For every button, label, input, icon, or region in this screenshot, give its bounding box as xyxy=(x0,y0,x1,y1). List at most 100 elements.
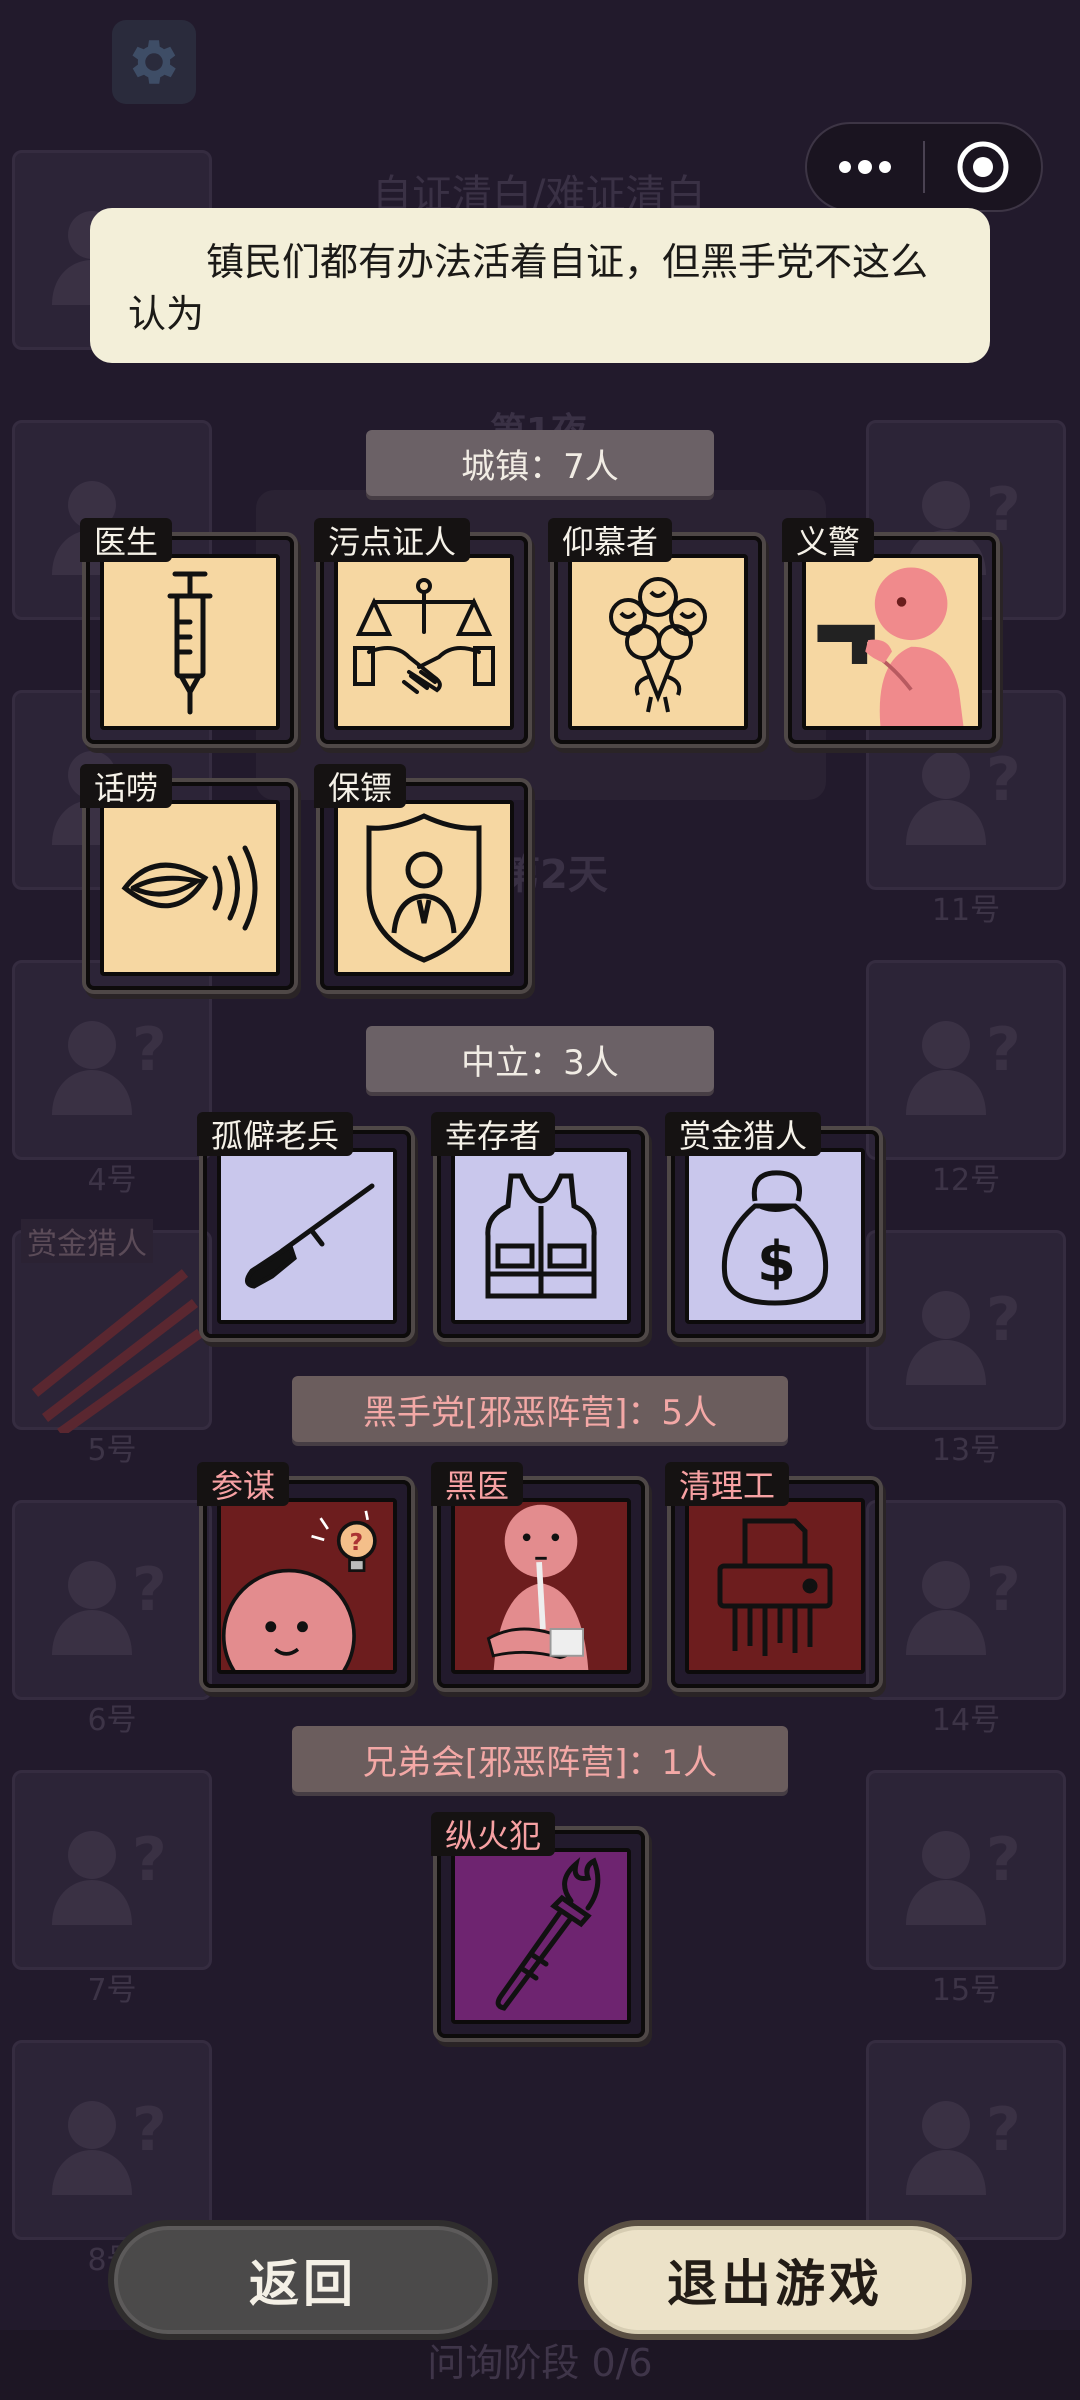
role-card-doctor[interactable]: 医生 xyxy=(80,518,294,744)
player-number: 4号 xyxy=(87,1163,137,1198)
role-name: 赏金猎人 xyxy=(665,1112,822,1156)
role-card-arsonist[interactable]: 纵火犯 xyxy=(431,1812,645,2038)
role-name: 保镖 xyxy=(314,764,407,808)
player-slot-8[interactable]: ? 8号 xyxy=(12,2040,212,2278)
close-mini-program-button[interactable] xyxy=(925,124,1041,210)
role-name: 污点证人 xyxy=(314,518,471,562)
role-name: 义警 xyxy=(782,518,875,562)
svg-text:?: ? xyxy=(986,1555,1021,1625)
player-number: 13号 xyxy=(931,1433,1001,1468)
role-art xyxy=(568,554,748,730)
role-art xyxy=(451,1848,631,2024)
role-card-vigilante[interactable]: 义警 xyxy=(782,518,996,744)
unknown-player-icon: ? xyxy=(52,1555,167,1655)
svg-text:?: ? xyxy=(350,1528,364,1556)
role-art xyxy=(802,554,982,730)
syringe-icon xyxy=(167,571,213,715)
settings-button[interactable] xyxy=(112,20,196,104)
player-number: 11号 xyxy=(931,893,1001,928)
thinking-figure-icon: ? xyxy=(221,1510,377,1670)
more-menu-button[interactable] xyxy=(807,124,923,210)
unknown-player-icon: ? xyxy=(52,1015,167,1115)
role-card-janitor[interactable]: 清理工 xyxy=(665,1462,879,1688)
role-art xyxy=(100,554,280,730)
rifle-icon xyxy=(245,1183,375,1289)
player-number: 6号 xyxy=(87,1703,137,1738)
player-slot-7[interactable]: ? 7号 xyxy=(12,1770,212,2008)
role-name: 黑医 xyxy=(431,1462,524,1506)
unknown-player-icon: ? xyxy=(906,1825,1021,1925)
svg-text:?: ? xyxy=(132,1015,167,1085)
role-art xyxy=(334,554,514,730)
paper-shredder-icon xyxy=(717,1518,833,1656)
player-number: 12号 xyxy=(931,1163,1001,1198)
player-number: 5号 xyxy=(87,1433,137,1468)
role-art xyxy=(334,800,514,976)
phase-indicator: 问询阶段 0/6 xyxy=(427,2341,653,2385)
role-name: 孤僻老兵 xyxy=(197,1112,354,1156)
role-card-chatterbox[interactable]: 话唠 xyxy=(80,764,294,990)
section-mafia-header: 黑手党[邪恶阵营]：5人 xyxy=(292,1376,788,1442)
flower-bouquet-icon xyxy=(609,577,707,713)
mode-description-tooltip: 镇民们都有办法活着自证，但黑手党不这么认为 xyxy=(90,208,990,363)
player-slot-13[interactable]: ? 13号 xyxy=(866,1230,1066,1468)
torch-icon xyxy=(495,1857,601,2011)
svg-text:?: ? xyxy=(132,1825,167,1895)
exit-game-button[interactable]: 退出游戏 xyxy=(578,2220,972,2340)
player-slot-16[interactable]: ? xyxy=(866,2040,1066,2240)
role-name: 幸存者 xyxy=(431,1112,556,1156)
bulletproof-vest-icon xyxy=(485,1173,597,1299)
mini-program-capsule xyxy=(805,122,1043,212)
slash-marks-icon xyxy=(31,1269,203,1433)
role-card-veteran[interactable]: 孤僻老兵 xyxy=(197,1112,411,1338)
player-slot-5[interactable]: 赏金猎人 5号 xyxy=(12,1219,212,1468)
talking-lips-icon xyxy=(121,845,258,931)
unknown-player-icon: ? xyxy=(906,1015,1021,1115)
unknown-player-icon: ? xyxy=(52,2095,167,2195)
role-card-tainted-witness[interactable]: 污点证人 xyxy=(314,518,528,744)
svg-text:?: ? xyxy=(986,1015,1021,1085)
role-art: ? xyxy=(217,1498,397,1674)
target-close-icon xyxy=(957,141,1009,193)
role-card-black-doctor[interactable]: 黑医 xyxy=(431,1462,645,1688)
role-card-survivor[interactable]: 幸存者 xyxy=(431,1112,645,1338)
player-number: 15号 xyxy=(931,1973,1001,2008)
role-card-bodyguard[interactable]: 保镖 xyxy=(314,764,528,990)
role-name: 参谋 xyxy=(197,1462,290,1506)
unknown-player-icon: ? xyxy=(52,1825,167,1925)
role-card-strategist[interactable]: ? 参谋 xyxy=(197,1462,411,1688)
section-brotherhood-header: 兄弟会[邪恶阵营]：1人 xyxy=(292,1726,788,1792)
role-name: 医生 xyxy=(80,518,173,562)
player-slot-14[interactable]: ? 14号 xyxy=(866,1500,1066,1738)
section-town-header: 城镇：7人 xyxy=(366,430,714,496)
svg-text:?: ? xyxy=(986,745,1021,815)
more-dots-icon xyxy=(839,160,891,174)
role-name: 话唠 xyxy=(80,764,173,808)
player-slot-15[interactable]: ? 15号 xyxy=(866,1770,1066,2008)
bandaged-figure-icon xyxy=(486,1504,589,1670)
player-number: 14号 xyxy=(931,1703,1001,1738)
svg-text:?: ? xyxy=(986,1285,1021,1355)
back-button[interactable]: 返回 xyxy=(108,2220,498,2340)
role-name: 清理工 xyxy=(665,1462,790,1506)
svg-text:?: ? xyxy=(132,1555,167,1625)
role-name: 纵火犯 xyxy=(431,1812,556,1856)
role-card-bounty-hunter[interactable]: $ 赏金猎人 xyxy=(665,1112,879,1338)
role-card-admirer[interactable]: 仰慕者 xyxy=(548,518,762,744)
role-art xyxy=(451,1148,631,1324)
role-art xyxy=(100,800,280,976)
section-neutral-header: 中立：3人 xyxy=(366,1026,714,1092)
svg-text:?: ? xyxy=(986,2095,1021,2165)
role-art xyxy=(217,1148,397,1324)
svg-text:$: $ xyxy=(757,1230,796,1295)
money-bag-icon: $ xyxy=(721,1170,829,1306)
svg-text:?: ? xyxy=(986,1825,1021,1895)
player-slot-4[interactable]: ? 4号 xyxy=(12,960,212,1198)
gunman-figure-icon xyxy=(817,567,964,726)
player-slot-12[interactable]: ? 12号 xyxy=(866,960,1066,1198)
player-slot-6[interactable]: ? 6号 xyxy=(12,1500,212,1738)
unknown-player-icon: ? xyxy=(906,1555,1021,1655)
role-art: $ xyxy=(685,1148,865,1324)
role-name: 仰慕者 xyxy=(548,518,673,562)
unknown-player-icon: ? xyxy=(906,2095,1021,2195)
